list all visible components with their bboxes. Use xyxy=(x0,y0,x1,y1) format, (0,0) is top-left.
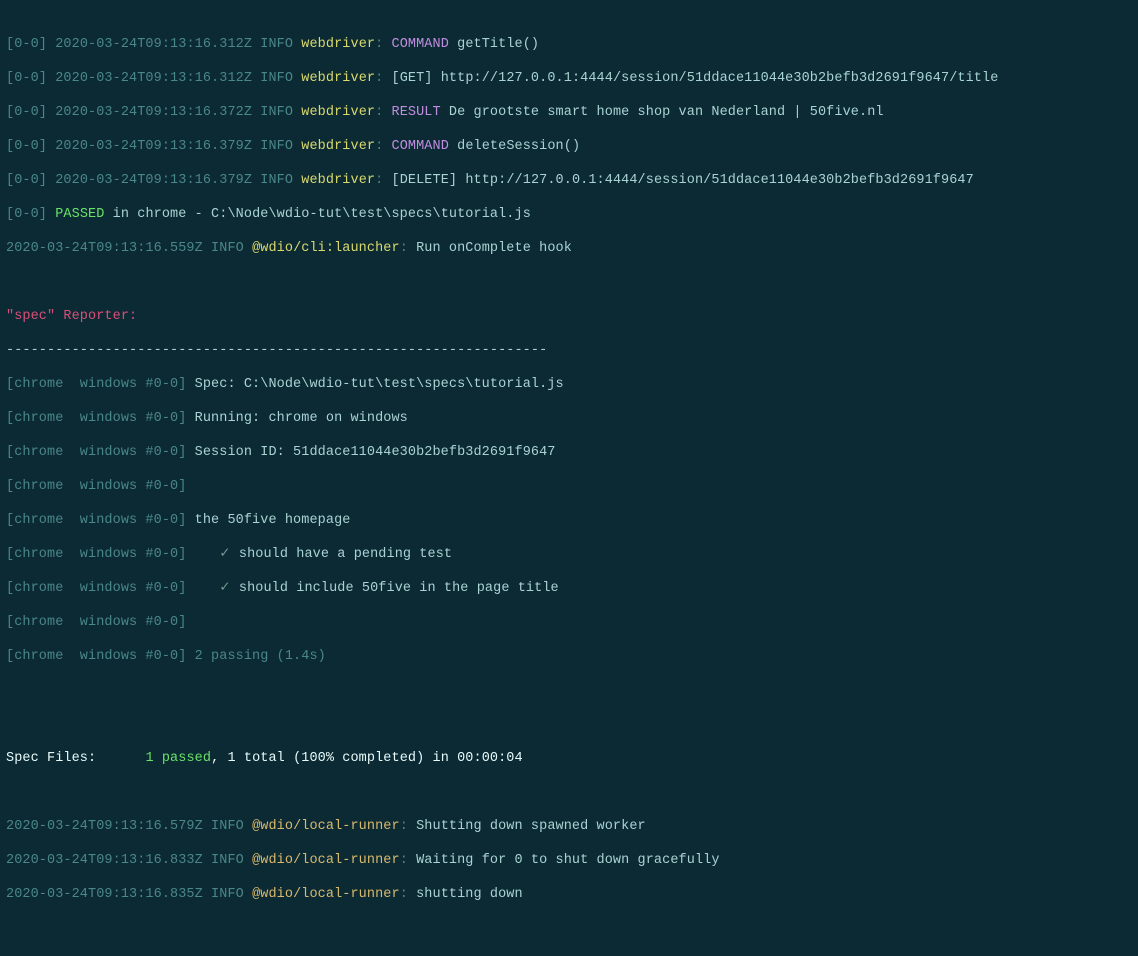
log-line: [0-0] 2020-03-24T09:13:16.312Z INFO webd… xyxy=(6,70,1132,87)
report-line: [chrome windows #0-0] ✓ should have a pe… xyxy=(6,546,1132,563)
log-line: [0-0] 2020-03-24T09:13:16.312Z INFO webd… xyxy=(6,36,1132,53)
report-line: [chrome windows #0-0] Spec: C:\Node\wdio… xyxy=(6,376,1132,393)
log-line: 2020-03-24T09:13:16.579Z INFO @wdio/loca… xyxy=(6,818,1132,835)
report-line: [chrome windows #0-0] the 50five homepag… xyxy=(6,512,1132,529)
report-line: [chrome windows #0-0] xyxy=(6,478,1132,495)
check-icon: ✓ xyxy=(219,547,230,562)
log-line: 2020-03-24T09:13:16.833Z INFO @wdio/loca… xyxy=(6,852,1132,869)
log-line: [0-0] PASSED in chrome - C:\Node\wdio-tu… xyxy=(6,206,1132,223)
reporter-header: "spec" Reporter: xyxy=(6,308,1132,325)
terminal-output: { "l1":{"w":"[0-0]","ts":"2020-03-24T09:… xyxy=(0,0,1138,956)
check-icon: ✓ xyxy=(219,581,230,596)
report-line: [chrome windows #0-0] 2 passing (1.4s) xyxy=(6,648,1132,665)
log-line: [0-0] 2020-03-24T09:13:16.379Z INFO webd… xyxy=(6,138,1132,155)
report-line: [chrome windows #0-0] Session ID: 51ddac… xyxy=(6,444,1132,461)
separator: ----------------------------------------… xyxy=(6,342,1132,359)
log-line: 2020-03-24T09:13:16.559Z INFO @wdio/cli:… xyxy=(6,240,1132,257)
spec-files-summary: Spec Files: 1 passed, 1 total (100% comp… xyxy=(6,750,1132,767)
report-line: [chrome windows #0-0] Running: chrome on… xyxy=(6,410,1132,427)
log-line: [0-0] 2020-03-24T09:13:16.379Z INFO webd… xyxy=(6,172,1132,189)
log-line: [0-0] 2020-03-24T09:13:16.372Z INFO webd… xyxy=(6,104,1132,121)
log-line: 2020-03-24T09:13:16.835Z INFO @wdio/loca… xyxy=(6,886,1132,903)
report-line: [chrome windows #0-0] ✓ should include 5… xyxy=(6,580,1132,597)
report-line: [chrome windows #0-0] xyxy=(6,614,1132,631)
